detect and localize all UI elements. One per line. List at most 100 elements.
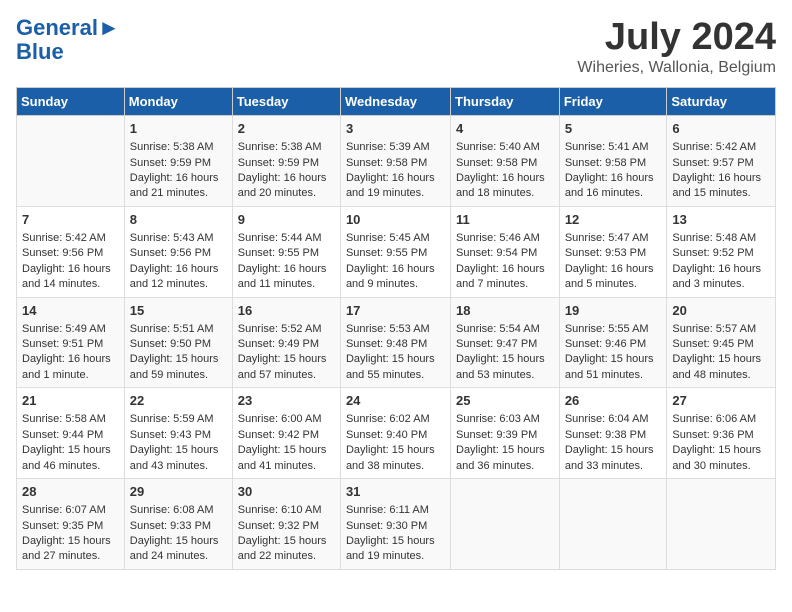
day-number: 2 — [238, 120, 335, 138]
sunset-text: Sunset: 9:40 PM — [346, 429, 427, 441]
logo: General► Blue — [16, 16, 120, 64]
day-number: 12 — [565, 211, 662, 229]
day-number: 29 — [130, 483, 227, 501]
daylight-text: Daylight: 16 hours and 16 minutes. — [565, 172, 654, 199]
calendar-cell — [667, 479, 776, 570]
calendar-table: SundayMondayTuesdayWednesdayThursdayFrid… — [16, 87, 776, 570]
sunrise-text: Sunrise: 5:51 AM — [130, 323, 214, 335]
col-header-tuesday: Tuesday — [232, 88, 340, 116]
calendar-cell: 31 Sunrise: 6:11 AM Sunset: 9:30 PM Dayl… — [340, 479, 450, 570]
calendar-cell: 12 Sunrise: 5:47 AM Sunset: 9:53 PM Dayl… — [559, 206, 667, 297]
daylight-text: Daylight: 16 hours and 20 minutes. — [238, 172, 327, 199]
calendar-cell: 4 Sunrise: 5:40 AM Sunset: 9:58 PM Dayli… — [451, 116, 560, 207]
sunrise-text: Sunrise: 5:45 AM — [346, 232, 430, 244]
sunrise-text: Sunrise: 5:48 AM — [672, 232, 756, 244]
sunrise-text: Sunrise: 5:49 AM — [22, 323, 106, 335]
week-row-5: 28 Sunrise: 6:07 AM Sunset: 9:35 PM Dayl… — [17, 479, 776, 570]
sunset-text: Sunset: 9:52 PM — [672, 247, 753, 259]
calendar-cell: 3 Sunrise: 5:39 AM Sunset: 9:58 PM Dayli… — [340, 116, 450, 207]
day-number: 30 — [238, 483, 335, 501]
calendar-cell: 23 Sunrise: 6:00 AM Sunset: 9:42 PM Dayl… — [232, 388, 340, 479]
daylight-text: Daylight: 16 hours and 12 minutes. — [130, 263, 219, 290]
daylight-text: Daylight: 16 hours and 11 minutes. — [238, 263, 327, 290]
calendar-cell: 5 Sunrise: 5:41 AM Sunset: 9:58 PM Dayli… — [559, 116, 667, 207]
calendar-cell: 7 Sunrise: 5:42 AM Sunset: 9:56 PM Dayli… — [17, 206, 125, 297]
day-number: 9 — [238, 211, 335, 229]
day-number: 20 — [672, 302, 770, 320]
day-number: 1 — [130, 120, 227, 138]
daylight-text: Daylight: 15 hours and 22 minutes. — [238, 535, 327, 562]
calendar-cell: 27 Sunrise: 6:06 AM Sunset: 9:36 PM Dayl… — [667, 388, 776, 479]
daylight-text: Daylight: 15 hours and 51 minutes. — [565, 353, 654, 380]
sunrise-text: Sunrise: 6:04 AM — [565, 413, 649, 425]
sunset-text: Sunset: 9:55 PM — [346, 247, 427, 259]
sunrise-text: Sunrise: 5:47 AM — [565, 232, 649, 244]
daylight-text: Daylight: 15 hours and 30 minutes. — [672, 444, 761, 471]
calendar-cell: 2 Sunrise: 5:38 AM Sunset: 9:59 PM Dayli… — [232, 116, 340, 207]
sunrise-text: Sunrise: 5:38 AM — [238, 141, 322, 153]
logo-line2: Blue — [16, 40, 120, 64]
day-number: 26 — [565, 392, 662, 410]
daylight-text: Daylight: 16 hours and 19 minutes. — [346, 172, 435, 199]
sunset-text: Sunset: 9:35 PM — [22, 520, 103, 532]
sunrise-text: Sunrise: 6:06 AM — [672, 413, 756, 425]
week-row-2: 7 Sunrise: 5:42 AM Sunset: 9:56 PM Dayli… — [17, 206, 776, 297]
day-number: 22 — [130, 392, 227, 410]
sunset-text: Sunset: 9:58 PM — [346, 157, 427, 169]
daylight-text: Daylight: 16 hours and 14 minutes. — [22, 263, 111, 290]
col-header-wednesday: Wednesday — [340, 88, 450, 116]
sunset-text: Sunset: 9:42 PM — [238, 429, 319, 441]
calendar-cell: 26 Sunrise: 6:04 AM Sunset: 9:38 PM Dayl… — [559, 388, 667, 479]
sunset-text: Sunset: 9:55 PM — [238, 247, 319, 259]
calendar-cell: 20 Sunrise: 5:57 AM Sunset: 9:45 PM Dayl… — [667, 297, 776, 388]
daylight-text: Daylight: 16 hours and 18 minutes. — [456, 172, 545, 199]
day-number: 25 — [456, 392, 554, 410]
calendar-cell: 28 Sunrise: 6:07 AM Sunset: 9:35 PM Dayl… — [17, 479, 125, 570]
sunrise-text: Sunrise: 6:10 AM — [238, 504, 322, 516]
daylight-text: Daylight: 15 hours and 38 minutes. — [346, 444, 435, 471]
calendar-cell: 8 Sunrise: 5:43 AM Sunset: 9:56 PM Dayli… — [124, 206, 232, 297]
sunset-text: Sunset: 9:49 PM — [238, 338, 319, 350]
col-header-friday: Friday — [559, 88, 667, 116]
sunset-text: Sunset: 9:56 PM — [22, 247, 103, 259]
sunrise-text: Sunrise: 5:43 AM — [130, 232, 214, 244]
day-number: 16 — [238, 302, 335, 320]
day-number: 3 — [346, 120, 445, 138]
sunrise-text: Sunrise: 5:39 AM — [346, 141, 430, 153]
sunrise-text: Sunrise: 6:00 AM — [238, 413, 322, 425]
col-header-thursday: Thursday — [451, 88, 560, 116]
sunset-text: Sunset: 9:43 PM — [130, 429, 211, 441]
daylight-text: Daylight: 15 hours and 53 minutes. — [456, 353, 545, 380]
week-row-4: 21 Sunrise: 5:58 AM Sunset: 9:44 PM Dayl… — [17, 388, 776, 479]
day-number: 4 — [456, 120, 554, 138]
calendar-cell: 9 Sunrise: 5:44 AM Sunset: 9:55 PM Dayli… — [232, 206, 340, 297]
week-row-1: 1 Sunrise: 5:38 AM Sunset: 9:59 PM Dayli… — [17, 116, 776, 207]
day-number: 11 — [456, 211, 554, 229]
sunrise-text: Sunrise: 5:58 AM — [22, 413, 106, 425]
calendar-subtitle: Wiheries, Wallonia, Belgium — [577, 59, 776, 77]
calendar-cell: 21 Sunrise: 5:58 AM Sunset: 9:44 PM Dayl… — [17, 388, 125, 479]
sunrise-text: Sunrise: 5:40 AM — [456, 141, 540, 153]
sunrise-text: Sunrise: 5:57 AM — [672, 323, 756, 335]
sunset-text: Sunset: 9:45 PM — [672, 338, 753, 350]
sunset-text: Sunset: 9:30 PM — [346, 520, 427, 532]
calendar-cell — [451, 479, 560, 570]
sunrise-text: Sunrise: 5:44 AM — [238, 232, 322, 244]
calendar-cell: 15 Sunrise: 5:51 AM Sunset: 9:50 PM Dayl… — [124, 297, 232, 388]
sunset-text: Sunset: 9:58 PM — [456, 157, 537, 169]
daylight-text: Daylight: 16 hours and 9 minutes. — [346, 263, 435, 290]
calendar-cell: 16 Sunrise: 5:52 AM Sunset: 9:49 PM Dayl… — [232, 297, 340, 388]
sunrise-text: Sunrise: 5:46 AM — [456, 232, 540, 244]
sunrise-text: Sunrise: 5:55 AM — [565, 323, 649, 335]
calendar-cell: 11 Sunrise: 5:46 AM Sunset: 9:54 PM Dayl… — [451, 206, 560, 297]
sunrise-text: Sunrise: 5:53 AM — [346, 323, 430, 335]
calendar-cell: 17 Sunrise: 5:53 AM Sunset: 9:48 PM Dayl… — [340, 297, 450, 388]
daylight-text: Daylight: 15 hours and 57 minutes. — [238, 353, 327, 380]
calendar-cell: 10 Sunrise: 5:45 AM Sunset: 9:55 PM Dayl… — [340, 206, 450, 297]
day-number: 17 — [346, 302, 445, 320]
sunset-text: Sunset: 9:51 PM — [22, 338, 103, 350]
calendar-cell: 29 Sunrise: 6:08 AM Sunset: 9:33 PM Dayl… — [124, 479, 232, 570]
daylight-text: Daylight: 15 hours and 55 minutes. — [346, 353, 435, 380]
day-number: 14 — [22, 302, 119, 320]
daylight-text: Daylight: 15 hours and 36 minutes. — [456, 444, 545, 471]
